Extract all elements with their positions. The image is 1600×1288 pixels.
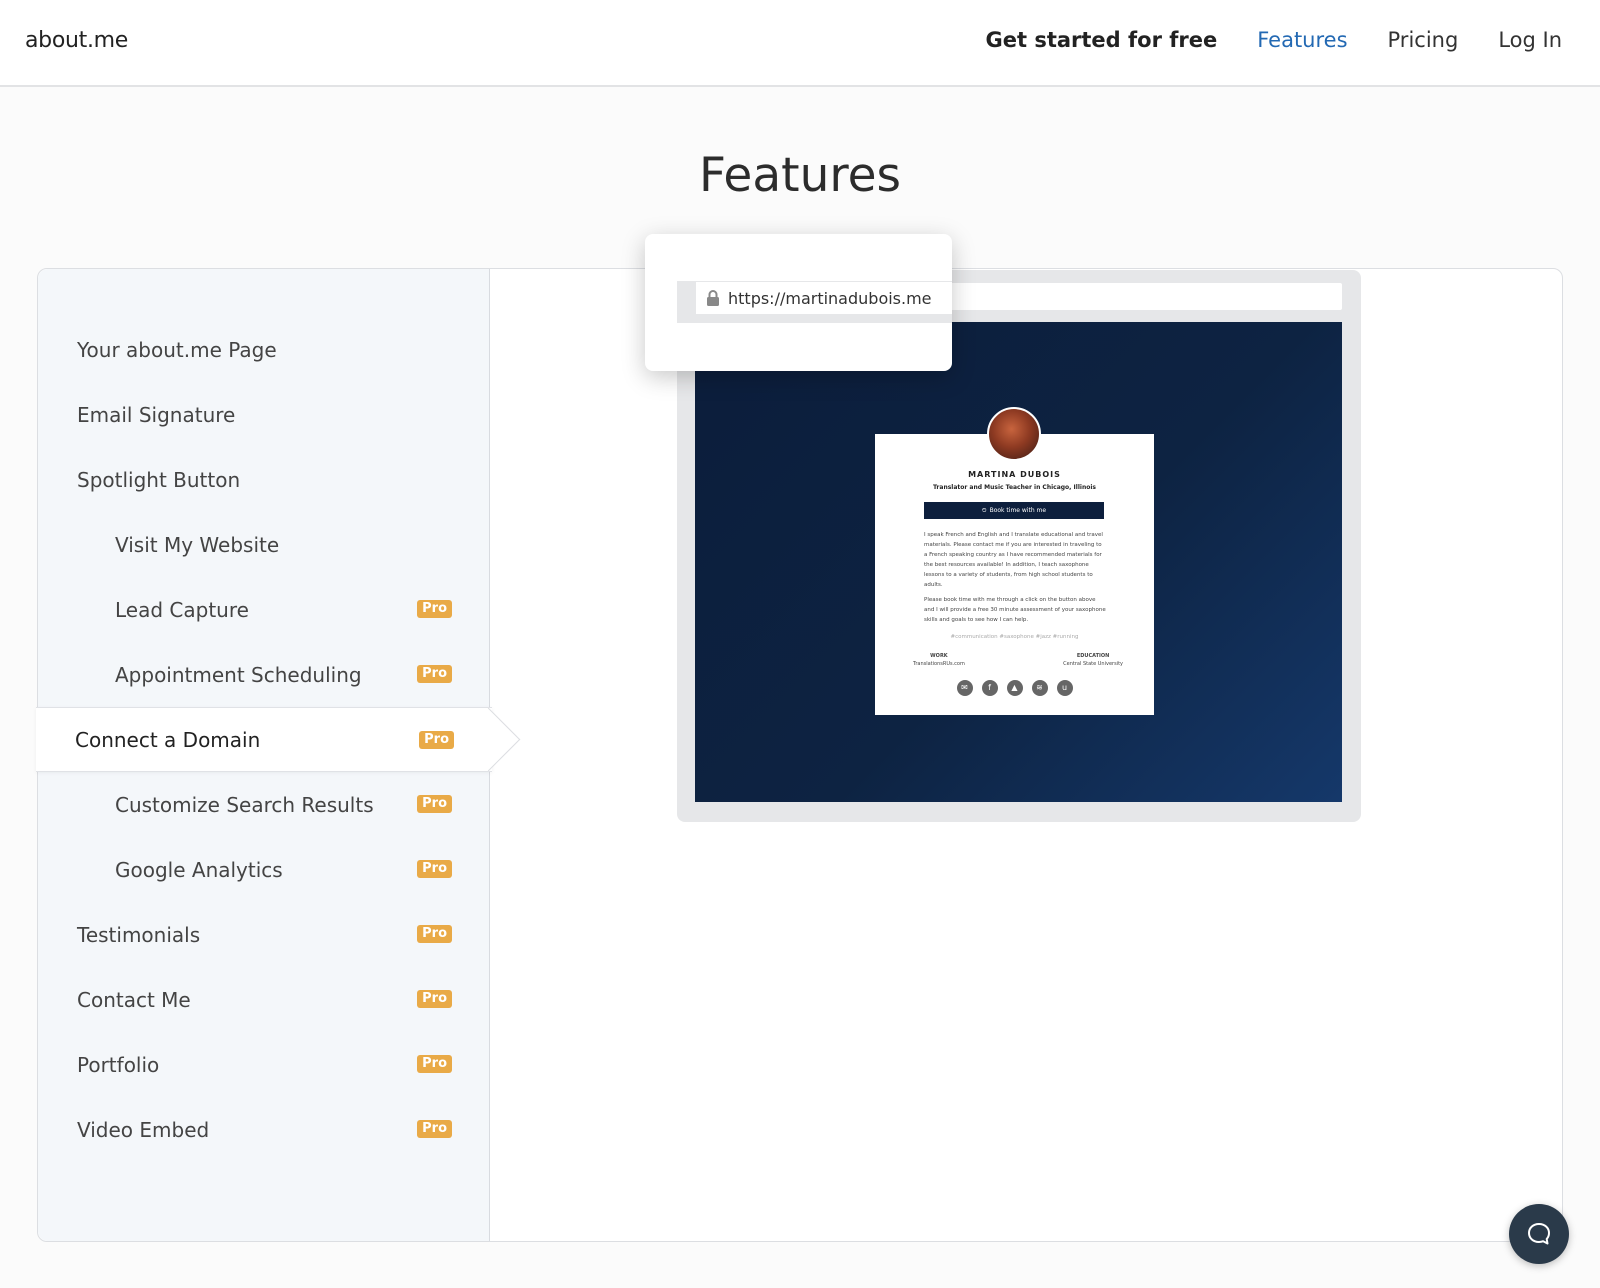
upwork-icon: u [1056,680,1073,696]
profile-bio-paragraph-1: I speak French and English and I transla… [924,532,1103,588]
sidebar-item-label: Spotlight Button [77,467,241,492]
custom-domain-url: https://martinadubois.me [728,288,932,308]
sidebar-item-testimonials[interactable]: Testimonials Pro [38,902,490,967]
sidebar-item-email-signature[interactable]: Email Signature [38,382,490,447]
login-link[interactable]: Log In [1498,28,1562,52]
features-menu: Your about.me Page Email Signature Spotlig… [36,317,492,1162]
features-link[interactable]: Features [1257,28,1347,52]
spotify-icon: ≋ [1031,680,1048,696]
pricing-link[interactable]: Pricing [1388,28,1459,52]
secure-url-callout: https://martinadubois.me [645,234,952,371]
profile-social-icons: ✉ f ▲ ≋ u [875,680,1154,696]
sidebar-item-label: Portfolio [77,1052,160,1077]
pro-badge: Pro [417,795,452,813]
pro-badge: Pro [417,925,452,943]
clock-icon: ⏲ [981,506,987,514]
profile-bio-paragraph-2: Please book time with me through a click… [924,597,1106,623]
pro-badge: Pro [419,731,454,749]
sidebar-item-label: Lead Capture [115,597,249,622]
sidebar-item-your-about-me-page[interactable]: Your about.me Page [38,317,490,382]
sidebar-item-label: Connect a Domain [75,727,261,752]
sidebar-item-label: Visit My Website [115,532,280,557]
sidebar-item-portfolio[interactable]: Portfolio Pro [38,1032,490,1097]
sidebar-item-label: Appointment Scheduling [115,662,362,687]
sidebar-item-visit-my-website[interactable]: Visit My Website [38,512,490,577]
email-icon: ✉ [956,680,973,696]
about-me-logo[interactable]: about.me [25,28,128,53]
profile-work: WORK TranslationsRUs.com [913,652,965,668]
sidebar-item-video-embed[interactable]: Video Embed Pro [38,1097,490,1162]
profile-card: MARTINA DUBOIS Translator and Music Teac… [875,407,1154,715]
book-time-button: ⏲ Book time with me [924,502,1104,519]
main-nav: Get started for free Features Pricing Lo… [985,28,1562,52]
top-navigation-bar: about.me Get started for free Features P… [0,0,1600,87]
sidebar-item-spotlight-button[interactable]: Spotlight Button [38,447,490,512]
pro-badge: Pro [417,990,452,1008]
sidebar-item-lead-capture[interactable]: Lead Capture Pro [38,577,490,642]
profile-subtitle: Translator and Music Teacher in Chicago,… [933,484,1096,491]
sidebar-item-label: Testimonials [77,922,201,947]
sidebar-item-contact-me[interactable]: Contact Me Pro [38,967,490,1032]
features-sidebar: Your about.me Page Email Signature Spotlig… [36,269,492,1241]
education-value: Central State University [1063,661,1123,667]
sidebar-item-connect-a-domain[interactable]: Connect a Domain Pro [36,707,492,772]
strava-icon: ▲ [1006,680,1023,696]
pro-badge: Pro [417,1055,452,1073]
book-time-label: Book time with me [989,507,1047,514]
sidebar-item-label: Google Analytics [115,857,283,882]
education-label: EDUCATION [1076,653,1110,659]
url-callout-field: https://martinadubois.me [696,282,952,314]
facebook-icon: f [981,680,998,696]
work-label: WORK [930,653,948,659]
chat-button[interactable] [1509,1204,1569,1264]
browser-screen: MARTINA DUBOIS Translator and Music Teac… [695,322,1342,802]
profile-education: EDUCATION Central State University [1063,652,1123,668]
get-started-link[interactable]: Get started for free [985,28,1217,52]
sidebar-item-label: Video Embed [77,1117,210,1142]
chat-icon [1528,1223,1550,1245]
profile-meta: WORK TranslationsRUs.com EDUCATION Centr… [913,652,1123,668]
page-title: Features [698,148,902,203]
sidebar-item-label: Your about.me Page [77,337,277,362]
profile-avatar [987,407,1041,461]
sidebar-item-google-analytics[interactable]: Google Analytics Pro [38,837,490,902]
pro-badge: Pro [417,665,452,683]
profile-tags: #communication #saxophone #jazz #running [950,634,1079,640]
sidebar-item-label: Email Signature [77,402,236,427]
sidebar-item-customize-search-results[interactable]: Customize Search Results Pro [38,772,490,837]
sidebar-item-appointment-scheduling[interactable]: Appointment Scheduling Pro [38,642,490,707]
profile-bio: I speak French and English and I transla… [924,530,1106,630]
profile-name: MARTINA DUBOIS [968,470,1061,479]
pro-badge: Pro [417,600,452,618]
pro-badge: Pro [417,860,452,878]
sidebar-item-label: Contact Me [77,987,191,1012]
sidebar-item-label: Customize Search Results [115,792,374,817]
lock-icon [707,290,719,306]
pro-badge: Pro [417,1120,452,1138]
work-value: TranslationsRUs.com [913,661,965,667]
